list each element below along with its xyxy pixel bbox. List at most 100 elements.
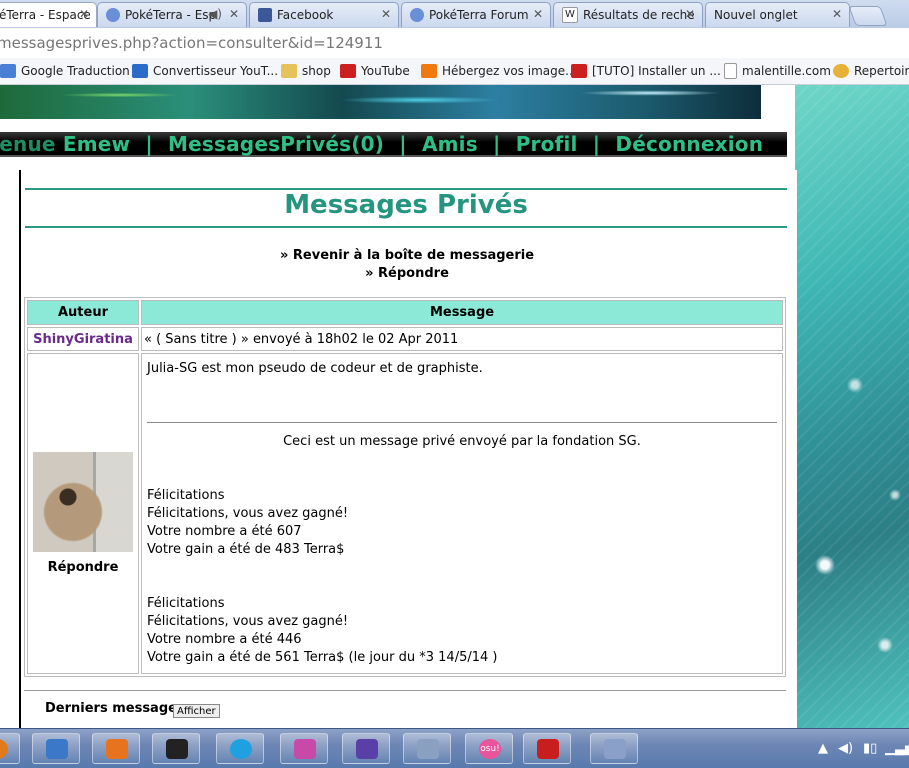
show-button[interactable]: Afficher <box>173 704 220 718</box>
result-line: Votre nombre a été 446 <box>147 632 302 647</box>
message-divider <box>147 422 777 423</box>
bookmark-tuto[interactable]: [TUTO] Installer un ... <box>571 62 721 80</box>
result-line: Félicitations <box>147 596 225 611</box>
web-icon <box>833 64 849 78</box>
notice-text: Ceci est un message privé envoyé par la … <box>283 434 641 449</box>
bookmark-label: YouTube <box>361 64 410 78</box>
bookmark-hebergez[interactable]: Hébergez vos image... <box>421 62 577 80</box>
message-table: Auteur Message ShinyGiratina « ( Sans ti… <box>24 297 786 677</box>
tab-poketerra-forum[interactable]: PokéTerra Forum ✕ <box>401 2 551 27</box>
windows-taskbar: osu! ▲ ◀) ▮▯ ▁▃▅ <box>0 728 909 768</box>
network-icon[interactable]: ▮▯ <box>863 741 877 756</box>
bookmark-label: [TUTO] Installer un ... <box>592 64 721 78</box>
result-line: Votre nombre a été 607 <box>147 524 302 539</box>
address-bar[interactable]: messagesprives.php?action=consulter&id=1… <box>0 28 909 59</box>
yt-mp3-icon <box>132 64 148 78</box>
nav-messages[interactable]: MessagesPrivés(0) <box>168 132 384 156</box>
bookmark-malentille[interactable]: malentille.com <box>724 62 831 80</box>
new-tab-button[interactable] <box>848 6 888 26</box>
close-tab-icon[interactable]: ✕ <box>79 7 89 21</box>
signature-text: Julia-SG est mon pseudo de codeur et de … <box>147 361 483 376</box>
close-tab-icon[interactable]: ✕ <box>685 7 695 21</box>
pokeball-icon <box>410 8 424 22</box>
bookmark-repertoire[interactable]: Repertoire <box>833 62 909 80</box>
footer-divider <box>24 690 786 691</box>
background-art <box>795 85 909 728</box>
console-icon <box>166 739 188 759</box>
bookmarks-bar: Google Traduction Convertisseur YouT... … <box>0 58 909 85</box>
tab-resultats[interactable]: W Résultats de reche ✕ <box>553 2 703 27</box>
author-header: Auteur <box>27 300 139 325</box>
bookmark-shop[interactable]: shop <box>281 62 331 80</box>
result-line: Votre gain a été de 561 Terra$ (le jour … <box>147 650 498 665</box>
result-line: Félicitations, vous avez gagné! <box>147 506 349 521</box>
taskbar-skype[interactable] <box>216 733 264 764</box>
tab-poketerra-espace[interactable]: éTerra - Espace ✕ <box>0 2 97 27</box>
lambda-icon <box>604 739 626 759</box>
orange-icon <box>421 64 437 78</box>
nav-separator: | <box>145 132 153 156</box>
bookmark-google-traduction[interactable]: Google Traduction <box>0 62 130 80</box>
title-rule-bottom <box>25 226 787 228</box>
tab-label: Facebook <box>277 8 334 22</box>
signal-icon[interactable]: ▁▃▅ <box>885 741 909 756</box>
close-tab-icon[interactable]: ✕ <box>229 7 239 21</box>
taskbar-firefox[interactable] <box>0 733 20 764</box>
wikipedia-icon: W <box>562 7 578 23</box>
nav-amis[interactable]: Amis <box>422 132 478 156</box>
nav-separator: | <box>399 132 407 156</box>
close-tab-icon[interactable]: ✕ <box>533 7 543 21</box>
speaker-icon: ◀) <box>208 7 222 21</box>
facebook-icon <box>258 8 272 22</box>
bookmark-label: malentille.com <box>742 64 831 78</box>
author-cell: Répondre <box>27 353 139 674</box>
taskbar-paint[interactable] <box>280 733 328 764</box>
bookmark-convertisseur[interactable]: Convertisseur YouT... <box>132 62 278 80</box>
nav-user[interactable]: Emew <box>63 132 130 156</box>
reply-button[interactable]: Répondre <box>29 560 137 575</box>
tab-label: PokéTerra Forum <box>429 8 529 22</box>
page-icon <box>724 63 737 79</box>
nav-deconnexion[interactable]: Déconnexion <box>615 132 763 156</box>
close-tab-icon[interactable]: ✕ <box>381 7 391 21</box>
bookmark-label: Convertisseur YouT... <box>153 64 279 78</box>
recent-messages-label: Derniers messages: <box>45 701 190 716</box>
bookmark-label: Google Traduction <box>21 64 130 78</box>
nav-profil[interactable]: Profil <box>516 132 578 156</box>
page-title: Messages Privés <box>284 190 528 220</box>
volume-icon[interactable]: ◀) <box>838 741 853 756</box>
taskbar-control-panel[interactable] <box>32 733 80 764</box>
site-navigation: venue Emew | MessagesPrivés(0) | Amis | … <box>0 132 787 157</box>
message-body: Julia-SG est mon pseudo de codeur et de … <box>141 353 783 674</box>
youtube-icon <box>340 64 356 78</box>
tab-label: PokéTerra - Esp <box>125 8 217 22</box>
message-header: Message <box>141 300 783 325</box>
nav-avenue[interactable]: venue <box>0 132 56 156</box>
back-to-inbox-link[interactable]: » Revenir à la boîte de messagerie <box>19 248 795 263</box>
bookmark-youtube[interactable]: YouTube <box>340 62 410 80</box>
youtube-icon <box>571 64 587 78</box>
result-line: Votre gain a été de 483 Terra$ <box>147 542 345 557</box>
nav-separator: | <box>493 132 501 156</box>
taskbar-lambda[interactable] <box>590 733 638 764</box>
tab-poketerra-esp[interactable]: PokéTerra - Esp ◀) ✕ <box>97 2 247 27</box>
result-line: Félicitations, vous avez gagné! <box>147 614 349 629</box>
site-banner <box>0 85 761 119</box>
address-text: messagesprives.php?action=consulter&id=1… <box>0 34 383 52</box>
taskbar-console[interactable] <box>152 733 200 764</box>
tab-nouvel-onglet[interactable]: Nouvel onglet ✕ <box>705 2 850 27</box>
taskbar-gameboy[interactable] <box>342 733 390 764</box>
taskbar-acrobat[interactable] <box>523 733 571 764</box>
taskbar-calculator[interactable] <box>403 733 451 764</box>
reply-link[interactable]: » Répondre <box>19 266 795 281</box>
taskbar-media-player[interactable] <box>92 733 140 764</box>
osu-icon: osu! <box>479 739 501 759</box>
close-tab-icon[interactable]: ✕ <box>832 7 842 21</box>
tab-facebook[interactable]: Facebook ✕ <box>249 2 399 27</box>
result-line: Félicitations <box>147 488 225 503</box>
show-hidden-icons[interactable]: ▲ <box>818 741 828 756</box>
firefox-icon <box>0 739 8 759</box>
author-name[interactable]: ShinyGiratina <box>27 327 139 351</box>
taskbar-osu[interactable]: osu! <box>465 733 513 764</box>
pokeball-icon <box>106 8 120 22</box>
